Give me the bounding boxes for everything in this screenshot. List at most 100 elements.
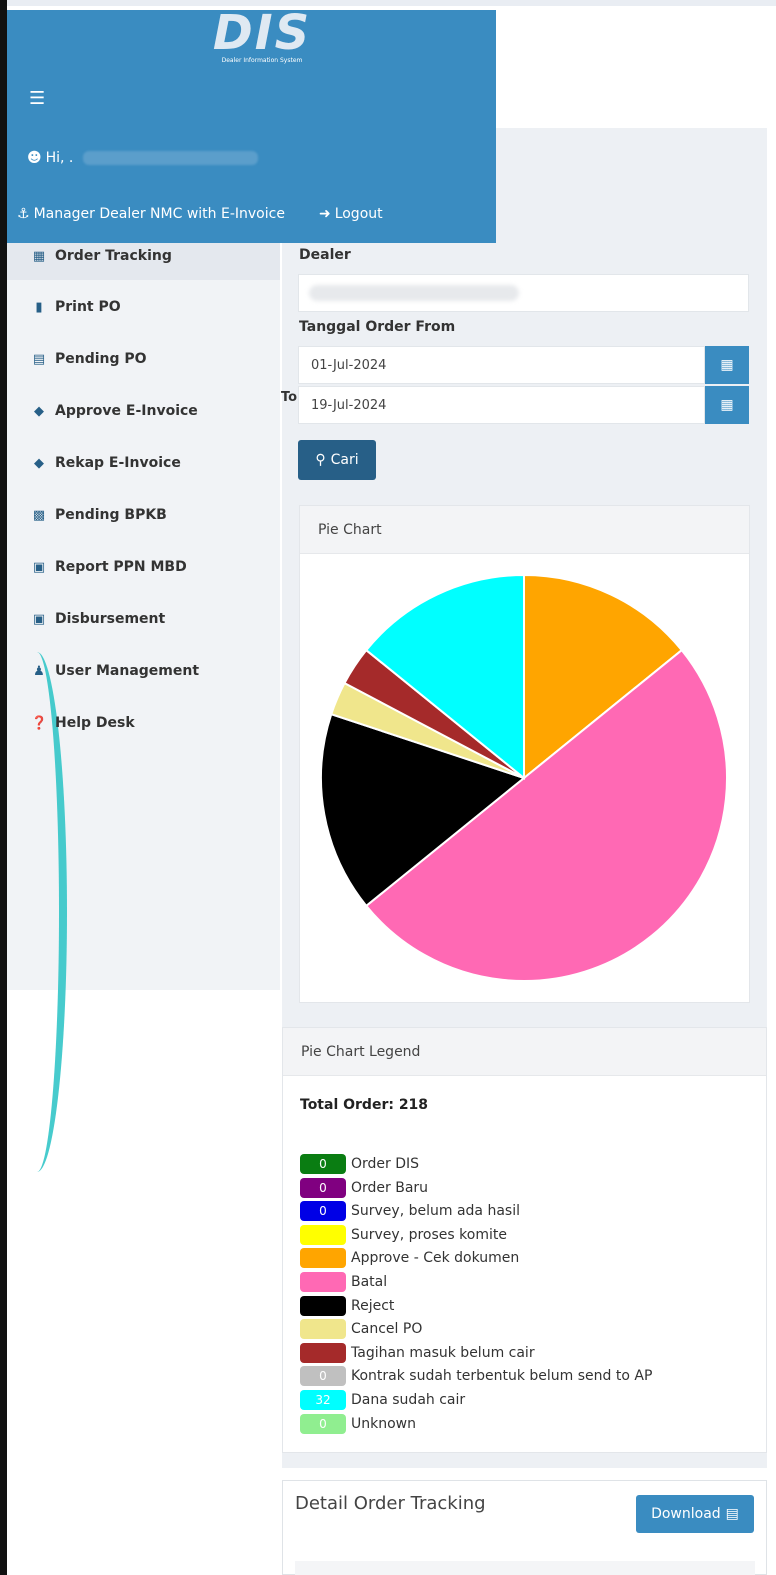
legend-item: 0 Order Baru: [300, 1177, 428, 1199]
date-from-input[interactable]: 01-Jul-2024: [298, 346, 705, 384]
sidebar: ▦ Order Tracking ▮ Print PO ▤ Pending PO…: [7, 232, 280, 1172]
date-from-label: Tanggal Order From: [299, 319, 456, 335]
hamburger-icon[interactable]: ☰: [29, 88, 45, 109]
sidebar-item-rekap-e-invoice[interactable]: ◆ Rekap E-Invoice: [7, 439, 280, 487]
pie-chart: [320, 573, 728, 982]
total-order: Total Order: 218: [300, 1097, 429, 1113]
sidebar-item-disbursement[interactable]: ▣ Disbursement: [7, 595, 280, 643]
sidebar-item-pending-bpkb[interactable]: ▩ Pending BPKB: [7, 491, 280, 539]
sidebar-item-approve-e-invoice[interactable]: ◆ Approve E-Invoice: [7, 387, 280, 435]
detail-title: Detail Order Tracking: [295, 1493, 486, 1514]
legend-item: 0 Unknown: [300, 1413, 416, 1435]
money-icon: ▣: [32, 611, 46, 627]
legend-count-badge: [300, 1342, 346, 1363]
logout-icon: ➜: [318, 206, 331, 222]
legend-count-badge: 32: [300, 1390, 346, 1410]
sitemap-icon: ⚓: [17, 206, 30, 222]
legend-item: Survey, proses komite: [300, 1224, 507, 1246]
legend-label: Survey, proses komite: [351, 1226, 507, 1243]
map-icon: ▦: [32, 248, 46, 264]
legend-label: Tagihan masuk belum cair: [351, 1344, 535, 1361]
sidebar-item-label: Print PO: [55, 299, 121, 315]
role-text: Manager Dealer NMC with E-Invoice: [33, 206, 285, 222]
window-edge: [0, 0, 7, 1575]
sidebar-item-label: Pending PO: [55, 351, 147, 367]
legend-label: Reject: [351, 1297, 395, 1314]
legend-label: Order Baru: [351, 1179, 429, 1196]
legend-title: Pie Chart Legend: [301, 1043, 421, 1060]
sidebar-item-pending-po[interactable]: ▤ Pending PO: [7, 335, 280, 383]
logout-link[interactable]: ➜ Logout: [319, 206, 383, 222]
user-plus-icon: ♟: [33, 663, 45, 679]
legend-count-badge: [300, 1319, 346, 1340]
redacted-username: [83, 151, 259, 165]
pie-chart-title: Pie Chart: [318, 521, 382, 538]
legend-label: Order DIS: [351, 1156, 420, 1172]
legend-label: Unknown: [351, 1415, 416, 1432]
legend-count-badge: 0: [300, 1154, 346, 1174]
legend-label: Dana sudah cair: [351, 1392, 466, 1408]
file-icon: ▤: [32, 351, 46, 367]
greeting-text: Hi, .: [45, 150, 74, 166]
user-greeting: ☻ Hi, .: [27, 150, 259, 166]
legend-item: Reject: [300, 1295, 394, 1317]
sidebar-item-user-management[interactable]: ♟ User Management: [7, 647, 280, 695]
calendar-icon[interactable]: ▦: [705, 386, 749, 424]
legend-label: Survey, belum ada hasil: [351, 1203, 520, 1220]
legend-count-badge: 0: [300, 1177, 346, 1198]
search-button[interactable]: ⚲ Cari: [298, 440, 376, 480]
sidebar-item-label: Rekap E-Invoice: [55, 455, 181, 471]
app-logo[interactable]: DIS Dealer Information System: [197, 5, 327, 70]
legend-count-badge: [300, 1224, 346, 1245]
table-header: [295, 1561, 755, 1575]
legend-count-badge: 0: [300, 1366, 346, 1387]
role-row: ⚓ Manager Dealer NMC with E-Invoice ➜ Lo…: [17, 206, 383, 222]
sidebar-item-help-desk[interactable]: ❓ Help Desk: [7, 699, 280, 747]
redacted-dealer: [309, 285, 519, 301]
role-label: ⚓ Manager Dealer NMC with E-Invoice: [17, 206, 285, 222]
legend-item: 0 Order DIS: [300, 1153, 419, 1175]
pie-chart-header: Pie Chart: [300, 506, 749, 554]
book-icon: ▮: [35, 299, 43, 315]
user-circle-icon: ☻: [27, 150, 42, 166]
legend-label: Approve - Cek dokumen: [351, 1250, 520, 1267]
question-icon: ❓: [31, 715, 48, 731]
id-card-icon: ▩: [32, 507, 46, 523]
detail-order-tracking-card: Detail Order Tracking Download ▤: [282, 1480, 767, 1575]
legend-count-badge: [300, 1295, 346, 1316]
search-button-label: Cari: [330, 452, 359, 468]
legend-count-badge: 0: [300, 1201, 346, 1222]
sidebar-item-label: Help Desk: [55, 715, 135, 731]
legend-item: Tagihan masuk belum cair: [300, 1342, 535, 1364]
top-border: [7, 0, 776, 6]
download-label: Download: [651, 1506, 721, 1522]
legend-label: Cancel PO: [351, 1321, 423, 1338]
date-to-label: To: [281, 390, 298, 405]
calendar-icon[interactable]: ▦: [705, 346, 749, 384]
legend-item: Batal: [300, 1271, 387, 1293]
excel-icon: ▤: [725, 1506, 739, 1522]
sidebar-item-report-ppn-mbd[interactable]: ▣ Report PPN MBD: [7, 543, 280, 591]
sidebar-item-label: Disbursement: [55, 611, 166, 627]
tag-icon: ◆: [34, 403, 44, 419]
logo-text: DIS: [212, 5, 312, 61]
sidebar-item-label: Report PPN MBD: [55, 559, 187, 575]
legend-count-badge: 0: [300, 1413, 346, 1434]
pie-chart-card: Pie Chart: [299, 505, 750, 1003]
dealer-input[interactable]: [298, 274, 749, 312]
download-button[interactable]: Download ▤: [636, 1495, 754, 1533]
legend-label: Kontrak sudah terbentuk belum send to AP: [351, 1368, 653, 1385]
tag-icon: ◆: [34, 455, 44, 471]
legend-header: Pie Chart Legend: [283, 1028, 766, 1076]
logout-text: Logout: [334, 206, 383, 222]
legend-item: 32 Dana sudah cair: [300, 1389, 465, 1411]
legend-item: 0 Survey, belum ada hasil: [300, 1200, 520, 1222]
date-to-input[interactable]: 19-Jul-2024: [298, 386, 705, 424]
legend-count-badge: [300, 1248, 346, 1269]
dealer-label: Dealer: [299, 247, 351, 263]
sidebar-item-label: Order Tracking: [55, 248, 172, 264]
sidebar-item-label: Pending BPKB: [55, 507, 167, 523]
sidebar-item-label: User Management: [55, 663, 200, 679]
sidebar-item-print-po[interactable]: ▮ Print PO: [7, 283, 280, 331]
money-icon: ▣: [32, 559, 46, 575]
